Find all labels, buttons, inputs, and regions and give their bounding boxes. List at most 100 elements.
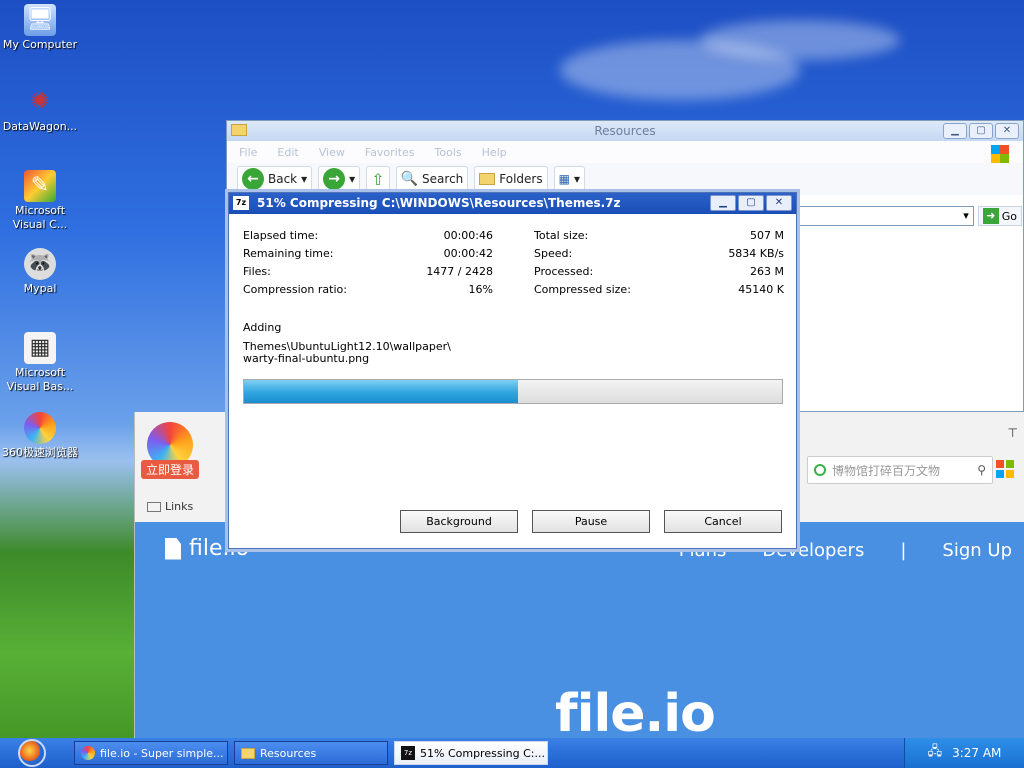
explorer-menubar: File Edit View Favorites Tools Help [227, 141, 1023, 163]
up-folder-button[interactable]: ⇧ [366, 166, 390, 192]
background-button[interactable]: Background [400, 510, 518, 533]
maximize-button[interactable]: ▢ [969, 123, 993, 139]
pin-icon[interactable]: ⊤ [1008, 426, 1018, 440]
stat-key: Compression ratio: [243, 283, 347, 296]
menu-view[interactable]: View [319, 146, 345, 159]
clock[interactable]: 3:27 AM [952, 746, 1001, 760]
explorer-title: Resources [594, 124, 656, 138]
task-resources[interactable]: Resources [234, 741, 388, 765]
search-label: Search [422, 172, 464, 186]
menu-help[interactable]: Help [482, 146, 507, 159]
nav-divider: | [900, 540, 907, 561]
mypal-icon: 🦝 [24, 248, 56, 280]
stat-elapsed-time: Elapsed time: 00:00:46 [243, 229, 493, 247]
network-tray-icon[interactable]: 🖧 [928, 742, 943, 764]
taskbar: file.io - Super simple... Resources 7z 5… [0, 738, 1024, 768]
stat-value: 5834 KB/s [728, 247, 784, 260]
visual-basic-icon: ▦ [24, 332, 56, 364]
links-label: Links [165, 500, 194, 513]
address-field[interactable]: ▾ [797, 206, 974, 226]
menu-edit[interactable]: Edit [277, 146, 298, 159]
folders-icon [479, 173, 496, 185]
start-button[interactable] [0, 738, 64, 768]
stat-key: Processed: [534, 265, 594, 278]
task-label: 51% Compressing C:... [420, 746, 545, 760]
close-button[interactable]: ✕ [995, 123, 1019, 139]
compress-progress-dialog: 7z 51% Compressing C:\WINDOWS\Resources\… [228, 192, 797, 549]
desktop-icon-my-computer[interactable]: 🖥 My Computer [0, 4, 80, 52]
minimize-button[interactable]: ▁ [943, 123, 967, 139]
menu-favorites[interactable]: Favorites [365, 146, 415, 159]
desktop-icon-visual-c[interactable]: ✎ Microsoft Visual C... [0, 170, 80, 232]
fileio-page: file.io Plans Developers | Sign Up file.… [135, 522, 1024, 744]
folders-button[interactable]: Folders [474, 166, 548, 192]
stat-speed: Speed: 5834 KB/s [534, 247, 784, 265]
forward-button[interactable]: → ▾ [318, 166, 361, 192]
apps-grid-icon[interactable] [996, 460, 1014, 478]
computer-icon: 🖥 [24, 4, 56, 36]
go-arrow-icon: ➜ [982, 208, 999, 224]
stat-key: Total size: [534, 229, 589, 242]
close-button[interactable]: ✕ [766, 195, 792, 211]
stat-compression-ratio: Compression ratio: 16% [243, 283, 493, 301]
stat-key: Files: [243, 265, 271, 278]
folder-icon [231, 124, 247, 136]
chevron-down-icon: ▾ [963, 209, 969, 222]
menu-file[interactable]: File [239, 146, 257, 159]
maximize-button[interactable]: ▢ [738, 195, 764, 211]
go-label: Go [1001, 209, 1017, 223]
task-browser[interactable]: file.io - Super simple... [74, 741, 228, 765]
menu-tools[interactable]: Tools [435, 146, 462, 159]
pause-button[interactable]: Pause [532, 510, 650, 533]
forward-arrow-icon: → [323, 168, 346, 190]
desktop-icon-mypal[interactable]: 🦝 Mypal [0, 248, 80, 296]
login-badge[interactable]: 立即登录 [141, 460, 200, 479]
chevron-down-icon: ▾ [573, 172, 580, 186]
stat-value: 45140 K [738, 283, 784, 296]
minimize-button[interactable]: ▁ [710, 195, 736, 211]
desktop-icon-360-browser[interactable]: 360极速浏览器 [0, 412, 80, 460]
task-label: Resources [260, 746, 317, 760]
up-folder-icon: ⇧ [371, 169, 385, 189]
360-browser-icon [24, 412, 56, 444]
cancel-button[interactable]: Cancel [664, 510, 782, 533]
desktop-icon-datawagon[interactable]: ✺ DataWagon... [0, 86, 80, 134]
path-line: warty-final-ubuntu.png [243, 352, 370, 365]
nav-sign-up[interactable]: Sign Up [942, 540, 1012, 561]
desktop-icon-label: DataWagon... [2, 120, 78, 133]
search-icon[interactable]: ⚲ [977, 463, 986, 477]
progress-fill [244, 380, 519, 403]
7zip-icon: 7z [233, 196, 249, 210]
stat-value: 16% [468, 283, 493, 296]
current-file-path: Themes\UbuntuLight12.10\wallpaper\ warty… [243, 341, 451, 365]
chevron-down-icon: ▾ [301, 172, 308, 186]
explorer-toolbar: ← Back ▾ → ▾ ⇧ 🔍 Search Folders ▦ ▾ [227, 163, 1023, 195]
desktop-icon-label: Microsoft Visual Bas... [6, 366, 74, 393]
dialog-titlebar[interactable]: 7z 51% Compressing C:\WINDOWS\Resources\… [229, 193, 796, 214]
browser-search-field[interactable]: 博物馆打碎百万文物 ⚲ [807, 456, 993, 484]
stat-key: Elapsed time: [243, 229, 319, 242]
desktop-icon-label: My Computer [2, 38, 78, 51]
stat-value: 1477 / 2428 [426, 265, 493, 278]
stat-key: Speed: [534, 247, 573, 260]
search-button[interactable]: 🔍 Search [395, 166, 469, 192]
stat-compressed-size: Compressed size: 45140 K [534, 283, 784, 301]
task-compressing[interactable]: 7z 51% Compressing C:... [394, 741, 548, 765]
folder-icon [241, 747, 255, 759]
folders-label: Folders [499, 172, 543, 186]
links-bar[interactable]: Links [147, 500, 193, 513]
visual-c-icon: ✎ [24, 170, 56, 202]
back-button[interactable]: ← Back ▾ [237, 166, 313, 192]
progress-bar [243, 379, 783, 404]
go-button[interactable]: ➜ Go [977, 206, 1022, 226]
dialog-title: 51% Compressing C:\WINDOWS\Resources\The… [257, 196, 621, 210]
desktop-icon-visual-basic[interactable]: ▦ Microsoft Visual Bas... [0, 332, 80, 394]
search-icon: 🔍 [400, 171, 419, 187]
7zip-icon: 7z [401, 746, 415, 760]
address-bar: ▾ ➜ Go [797, 205, 1022, 227]
stat-value: 507 M [750, 229, 784, 242]
360-browser-icon [81, 746, 95, 760]
explorer-titlebar[interactable]: Resources ▁ ▢ ✕ [227, 121, 1023, 141]
back-arrow-icon: ← [242, 168, 264, 190]
views-button[interactable]: ▦ ▾ [553, 166, 585, 192]
